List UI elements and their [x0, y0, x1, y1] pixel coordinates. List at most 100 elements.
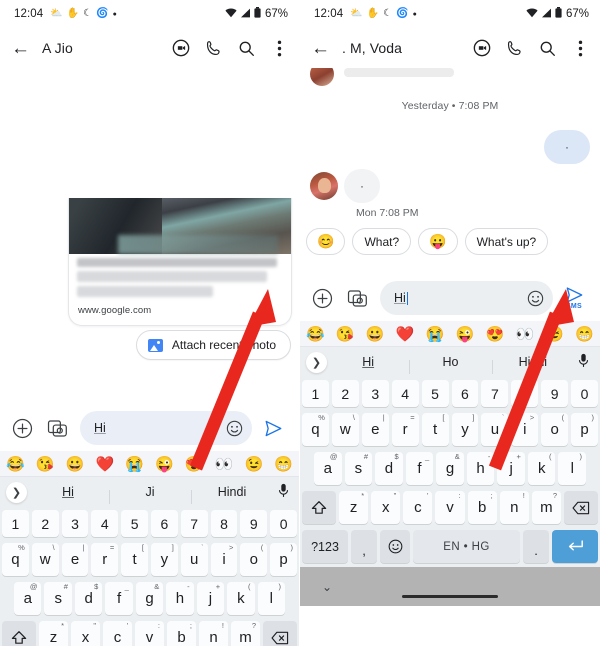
chevron-down-icon[interactable]: ⌄ [322, 580, 332, 594]
symbols-key[interactable]: ?123 [302, 530, 348, 563]
key-letter[interactable]: :v [135, 621, 164, 646]
key-number[interactable]: 7 [481, 380, 509, 407]
emoji-quick-item[interactable]: 😉 [245, 455, 264, 473]
key-letter[interactable]: [t [421, 413, 449, 446]
suggestion-item[interactable]: Ho [409, 355, 491, 374]
key-letter[interactable]: & g [436, 452, 464, 485]
key-letter[interactable]: ) l [257, 582, 285, 615]
key-letter[interactable]: ] y [151, 543, 178, 576]
key-number[interactable]: 5 [121, 510, 148, 537]
home-pill[interactable] [402, 595, 498, 598]
emoji-quick-item[interactable]: 😜 [456, 325, 475, 343]
smart-reply-chip[interactable]: 😛 [418, 228, 458, 255]
key-letter[interactable]: $ d [74, 582, 103, 615]
key-number[interactable]: 7 [180, 510, 208, 537]
key-letter[interactable]: :v [435, 491, 465, 524]
key-letter[interactable]: @ a [14, 582, 42, 615]
emoji-quick-item[interactable]: 😭 [426, 325, 445, 343]
emoji-quick-item[interactable]: 😍 [185, 455, 204, 473]
emoji-quick-item[interactable]: ❤️ [396, 325, 415, 343]
search-icon[interactable] [237, 39, 256, 58]
key-letter[interactable]: ] y [451, 413, 479, 446]
gallery-icon[interactable] [44, 415, 70, 441]
outgoing-message-bubble[interactable]: · [544, 130, 590, 164]
link-preview-card[interactable]: www.google.com [68, 198, 292, 326]
smart-reply-chip[interactable]: What's up? [464, 228, 549, 255]
search-icon[interactable] [538, 39, 557, 58]
emoji-quick-item[interactable]: 😀 [366, 325, 385, 343]
key-letter[interactable]: # s [344, 452, 373, 485]
send-button[interactable]: SMS [557, 286, 591, 310]
emoji-quick-item[interactable]: 👀 [215, 455, 234, 473]
add-icon[interactable] [9, 415, 35, 441]
video-call-icon[interactable] [472, 39, 491, 58]
emoji-quick-item[interactable]: 😜 [155, 455, 174, 473]
key-number[interactable]: 3 [61, 510, 89, 537]
key-letter[interactable]: % q [2, 543, 29, 576]
key-letter[interactable]: _ f [105, 582, 133, 615]
key-letter[interactable]: + j [497, 452, 525, 485]
gallery-icon[interactable] [344, 285, 370, 311]
key-letter[interactable]: -h [166, 582, 194, 615]
key-number[interactable]: 9 [541, 380, 569, 407]
key-letter[interactable]: ; b [167, 621, 196, 646]
suggestion-item[interactable]: Hi [327, 355, 409, 369]
key-letter[interactable]: _ f [405, 452, 434, 485]
key-letter[interactable]: $ d [375, 452, 403, 485]
comma-key[interactable]: , [351, 530, 377, 563]
key-letter[interactable]: ` u [481, 413, 509, 446]
key-number[interactable]: 0 [571, 380, 599, 407]
key-letter[interactable]: ` u [180, 543, 208, 576]
overflow-menu-icon[interactable] [270, 39, 289, 58]
key-number[interactable]: 4 [391, 380, 419, 407]
message-input-field[interactable]: Hi [380, 281, 553, 315]
shift-icon[interactable] [302, 491, 336, 524]
key-letter[interactable]: -h [466, 452, 495, 485]
key-number[interactable]: 6 [151, 510, 178, 537]
chevron-right-icon[interactable]: ❯ [6, 481, 27, 503]
key-letter[interactable]: [t [121, 543, 148, 576]
suggestion-item[interactable]: Ji [109, 485, 191, 504]
phone-call-icon[interactable] [505, 39, 524, 58]
add-icon[interactable] [309, 285, 335, 311]
emoji-quick-row[interactable]: 😂 😘 😀 ❤️ 😭 😜 😍 👀 😉 😁 [0, 451, 299, 477]
key-number[interactable]: 4 [91, 510, 119, 537]
key-letter[interactable]: " x [371, 491, 401, 524]
emoji-icon[interactable] [525, 288, 545, 308]
conversation-thread[interactable]: www.google.com Chatting with A Jio Attac… [0, 198, 299, 405]
key-letter[interactable]: = r [91, 543, 119, 576]
key-letter[interactable]: (k [527, 452, 556, 485]
mic-icon[interactable] [574, 353, 594, 371]
enter-key[interactable] [552, 530, 598, 563]
shift-icon[interactable] [2, 621, 36, 646]
key-letter[interactable]: # s [44, 582, 72, 615]
backspace-icon[interactable] [563, 491, 598, 524]
emoji-quick-item[interactable]: 😘 [36, 455, 55, 473]
key-letter[interactable]: ' c [103, 621, 132, 646]
key-letter[interactable]: > i [210, 543, 238, 576]
key-letter[interactable]: + j [196, 582, 225, 615]
key-letter[interactable]: * z [339, 491, 369, 524]
key-letter[interactable]: @ a [313, 452, 342, 485]
key-number[interactable]: 0 [270, 510, 297, 537]
chevron-right-icon[interactable]: ❯ [306, 351, 327, 373]
suggestion-item[interactable]: Hi [27, 485, 109, 499]
video-call-icon[interactable] [171, 39, 190, 58]
emoji-key-icon[interactable] [380, 530, 410, 563]
emoji-quick-item[interactable]: 😍 [486, 325, 505, 343]
incoming-message-bubble[interactable]: · [344, 169, 380, 203]
emoji-quick-item[interactable]: 😂 [6, 455, 25, 473]
key-number[interactable]: 2 [31, 510, 59, 537]
emoji-quick-item[interactable]: 😂 [306, 325, 325, 343]
phone-call-icon[interactable] [204, 39, 223, 58]
key-letter[interactable]: > i [511, 413, 539, 446]
key-letter[interactable]: (k [227, 582, 255, 615]
key-letter[interactable]: ? m [231, 621, 260, 646]
mic-icon[interactable] [273, 483, 293, 501]
overflow-menu-icon[interactable] [571, 39, 590, 58]
emoji-quick-item[interactable]: 😁 [575, 325, 594, 343]
emoji-quick-item[interactable]: 😉 [545, 325, 564, 343]
emoji-quick-item[interactable]: 😀 [66, 455, 85, 473]
key-number[interactable]: 3 [361, 380, 389, 407]
emoji-quick-item[interactable]: ❤️ [95, 455, 114, 473]
